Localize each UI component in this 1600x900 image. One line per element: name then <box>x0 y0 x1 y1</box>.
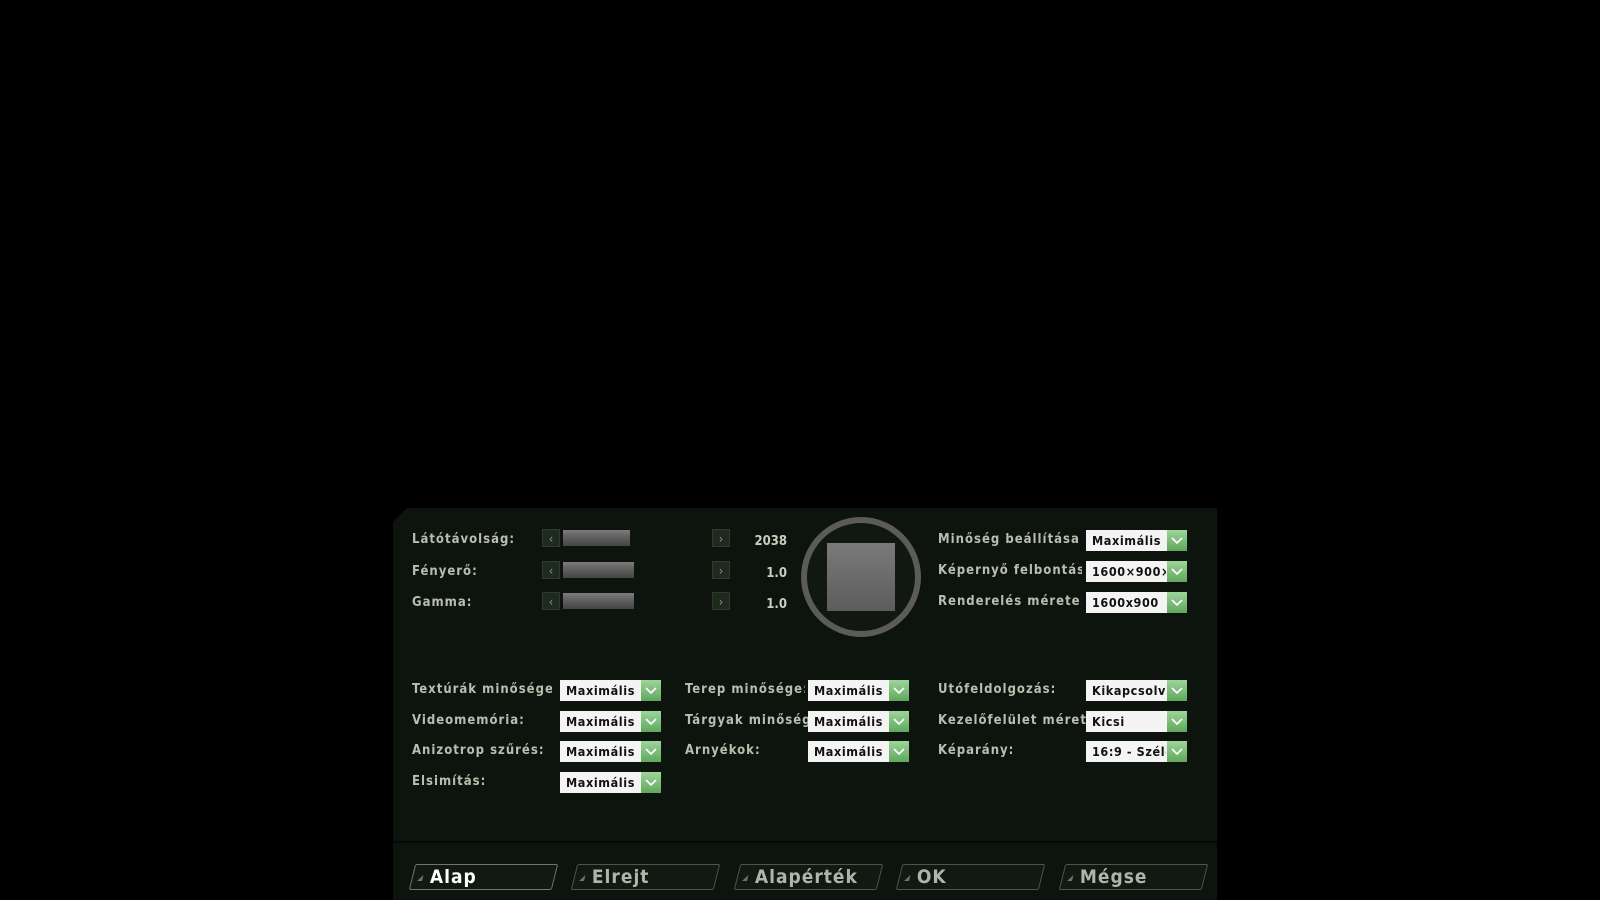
chevron-down-icon <box>1167 561 1187 582</box>
chevron-down-icon <box>1167 741 1187 762</box>
basic-button-label: Alap <box>429 866 477 888</box>
corner-triangle-icon <box>579 875 586 881</box>
chevron-down-icon <box>889 711 909 732</box>
video-memory-label: Videomemória: <box>412 713 525 728</box>
basic-button[interactable]: Alap <box>408 864 559 890</box>
brightness-label: Fényerő: <box>412 564 478 579</box>
video-memory-dropdown[interactable]: Maximális <box>560 711 661 732</box>
chevron-right-icon: › <box>718 595 724 609</box>
chevron-down-icon <box>641 772 661 793</box>
brightness-decrease-button[interactable]: ‹ <box>542 561 560 579</box>
anisotropic-filter-label: Anizotrop szűrés: <box>412 743 545 758</box>
chevron-down-icon <box>641 711 661 732</box>
default-button[interactable]: Alapérték <box>733 864 884 890</box>
render-size-dropdown[interactable]: 1600x900 <box>1086 592 1187 613</box>
hide-button[interactable]: Elrejt <box>570 864 721 890</box>
chevron-down-icon <box>1167 592 1187 613</box>
aspect-ratio-label: Képarány: <box>938 743 1015 758</box>
corner-triangle-icon <box>1067 875 1074 881</box>
ok-button[interactable]: OK <box>895 864 1046 890</box>
dropdown-value: Maximális <box>814 744 883 759</box>
dropdown-value: 1600x900 <box>1092 595 1159 610</box>
post-processing-dropdown[interactable]: Kikapcsolva <box>1086 680 1187 701</box>
post-processing-label: Utófeldolgozás: <box>938 682 1057 697</box>
default-button-label: Alapérték <box>754 866 858 888</box>
brightness-value: 1.0 <box>766 566 787 581</box>
chevron-down-icon <box>889 680 909 701</box>
panel-divider <box>393 841 1217 843</box>
chevron-right-icon: › <box>718 532 724 546</box>
view-distance-value: 2038 <box>754 534 787 549</box>
dropdown-value: Maximális <box>566 775 635 790</box>
chevron-down-icon <box>1167 711 1187 732</box>
chevron-down-icon <box>889 741 909 762</box>
dropdown-value: Maximális <box>566 683 635 698</box>
dropdown-value: Maximális <box>566 714 635 729</box>
chevron-left-icon: ‹ <box>548 532 554 546</box>
slider-fill <box>563 593 635 609</box>
view-distance-label: Látótávolság: <box>412 532 516 547</box>
texture-quality-label: Textúrák minősége: <box>412 682 552 697</box>
chevron-left-icon: ‹ <box>548 595 554 609</box>
terrain-quality-label: Terep minősége: <box>685 682 805 697</box>
cancel-button[interactable]: Mégse <box>1058 864 1209 890</box>
slider-fill <box>563 562 635 578</box>
chevron-down-icon <box>641 741 661 762</box>
dropdown-value: Kikapcsolva <box>1092 683 1166 698</box>
aspect-ratio-dropdown[interactable]: 16:9 - Széles <box>1086 741 1187 762</box>
render-size-label: Renderelés mérete: <box>938 594 1082 609</box>
chevron-down-icon <box>1167 530 1187 551</box>
view-distance-slider[interactable] <box>563 530 711 546</box>
brightness-slider[interactable] <box>563 562 711 578</box>
dropdown-value: Maximális <box>566 744 635 759</box>
interface-size-label: Kezelőfelület mérete: <box>938 713 1086 728</box>
interface-size-dropdown[interactable]: Kicsi <box>1086 711 1187 732</box>
quality-preset-dropdown[interactable]: Maximális <box>1086 530 1187 551</box>
chevron-left-icon: ‹ <box>548 564 554 578</box>
shadows-dropdown[interactable]: Maximális <box>808 741 909 762</box>
dropdown-value: Maximális <box>814 714 883 729</box>
corner-triangle-icon <box>417 875 424 881</box>
hide-button-label: Elrejt <box>591 866 650 888</box>
chevron-down-icon <box>641 680 661 701</box>
object-quality-label: Tárgyak minősége: <box>685 713 808 728</box>
slider-fill <box>563 530 630 546</box>
gamma-value: 1.0 <box>766 597 787 612</box>
cancel-button-label: Mégse <box>1079 866 1148 888</box>
object-quality-dropdown[interactable]: Maximális <box>808 711 909 732</box>
corner-triangle-icon <box>742 875 749 881</box>
dropdown-value: 1600×900× <box>1092 564 1166 579</box>
dropdown-value: Kicsi <box>1092 714 1125 729</box>
chevron-right-icon: › <box>718 564 724 578</box>
resolution-label: Képernyő felbontás: <box>938 563 1082 578</box>
terrain-quality-dropdown[interactable]: Maximális <box>808 680 909 701</box>
ok-button-label: OK <box>916 866 947 888</box>
shadows-label: Árnyékok: <box>685 743 761 758</box>
texture-quality-dropdown[interactable]: Maximális <box>560 680 661 701</box>
view-distance-decrease-button[interactable]: ‹ <box>542 529 560 547</box>
preview-square <box>827 543 895 611</box>
gamma-slider[interactable] <box>563 593 711 609</box>
anisotropic-filter-dropdown[interactable]: Maximális <box>560 741 661 762</box>
antialiasing-dropdown[interactable]: Maximális <box>560 772 661 793</box>
quality-preset-label: Minőség beállítása: <box>938 532 1078 547</box>
chevron-down-icon <box>1167 680 1187 701</box>
gamma-label: Gamma: <box>412 595 473 610</box>
dropdown-value: Maximális <box>1092 533 1161 548</box>
gamma-decrease-button[interactable]: ‹ <box>542 592 560 610</box>
corner-triangle-icon <box>904 875 911 881</box>
gamma-preview <box>801 517 921 637</box>
antialiasing-label: Élsimítás: <box>412 774 487 789</box>
dropdown-value: Maximális <box>814 683 883 698</box>
dropdown-value: 16:9 - Széles <box>1092 744 1166 759</box>
resolution-dropdown[interactable]: 1600×900× <box>1086 561 1187 582</box>
